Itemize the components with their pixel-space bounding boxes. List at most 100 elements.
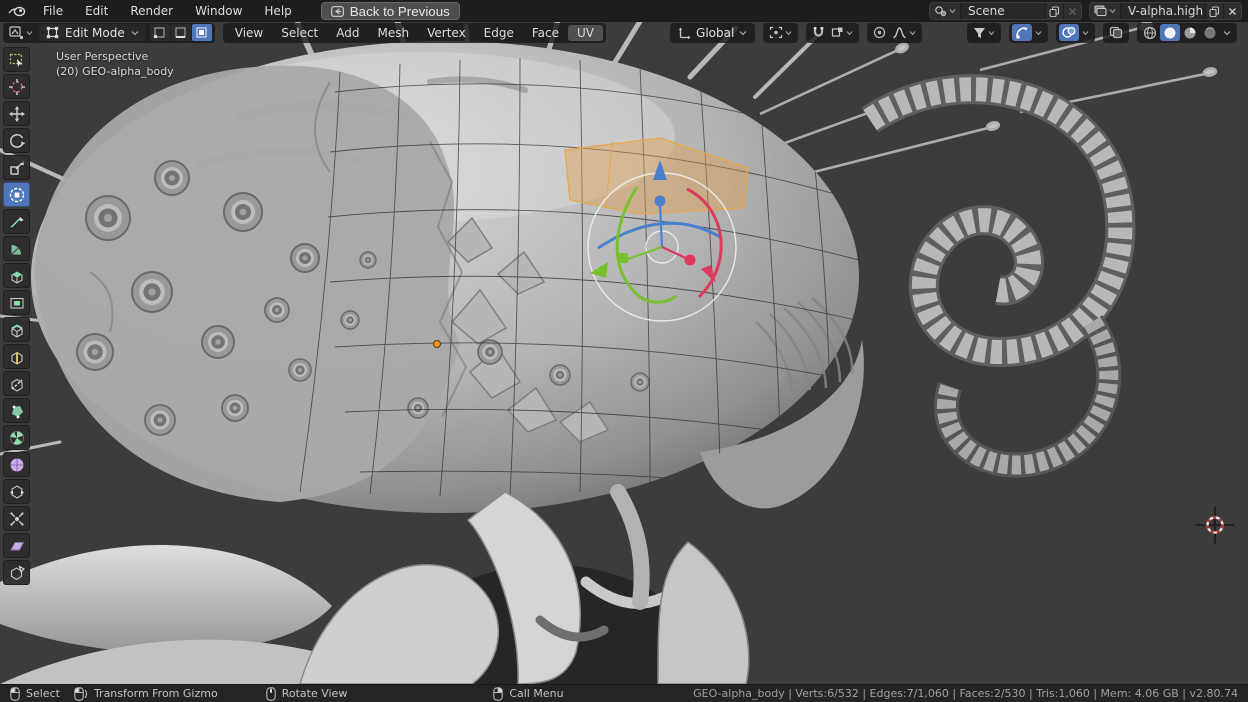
tool-annotate[interactable]: [3, 209, 30, 234]
menu-select[interactable]: Select: [272, 25, 327, 41]
menu-uv[interactable]: UV: [568, 25, 603, 41]
menu-render[interactable]: Render: [119, 2, 184, 20]
menu-help[interactable]: Help: [253, 2, 302, 20]
menu-vertex[interactable]: Vertex: [418, 25, 475, 41]
proportional-editing-button[interactable]: [870, 24, 889, 41]
menu-edit[interactable]: Edit: [74, 2, 119, 20]
hint-call-menu: Call Menu: [493, 687, 563, 701]
tool-extrude-region[interactable]: [3, 263, 30, 288]
snap-toggle-button[interactable]: [809, 24, 828, 41]
pivot-point-dropdown[interactable]: [766, 24, 795, 41]
select-mode-face-button[interactable]: [192, 24, 212, 41]
tool-cursor[interactable]: [3, 74, 30, 99]
tool-bevel[interactable]: [3, 317, 30, 342]
shading-settings-dropdown[interactable]: [1220, 24, 1234, 41]
view-layer-selector[interactable]: V-alpha.high: [1089, 2, 1242, 20]
editor-3d-viewport-icon: [9, 26, 24, 40]
chevron-down-icon: [739, 30, 747, 36]
menu-add[interactable]: Add: [327, 25, 368, 41]
shading-rendered-button[interactable]: [1200, 24, 1220, 41]
pivot-point-icon: [769, 26, 783, 39]
tool-shrink-fatten[interactable]: [3, 506, 30, 531]
menu-mesh[interactable]: Mesh: [369, 25, 419, 41]
tool-scale[interactable]: [3, 155, 30, 180]
new-view-layer-button[interactable]: [1205, 3, 1223, 19]
tool-rotate[interactable]: [3, 128, 30, 153]
snap-target-icon: [831, 26, 844, 39]
hint-transform-label: Transform From Gizmo: [94, 687, 218, 700]
view-layer-icon[interactable]: [1090, 3, 1121, 19]
menu-view[interactable]: View: [226, 25, 272, 41]
view-layer-name[interactable]: V-alpha.high: [1121, 4, 1205, 18]
hint-rotate-view-label: Rotate View: [282, 687, 348, 700]
tool-select-box[interactable]: [3, 47, 30, 72]
tool-knife[interactable]: [3, 371, 30, 396]
tool-rip-region[interactable]: [3, 560, 30, 585]
hint-select-label: Select: [26, 687, 60, 700]
hint-rotate-view: Rotate View: [266, 687, 348, 701]
overlays-settings-dropdown[interactable]: [1079, 24, 1092, 41]
xray-icon: [1109, 26, 1123, 39]
back-to-previous-label: Back to Previous: [350, 4, 450, 19]
tool-inset-faces[interactable]: [3, 290, 30, 315]
unlink-scene-button: [1063, 3, 1081, 19]
tool-measure[interactable]: [3, 236, 30, 261]
scene-statistics: GEO-alpha_body | Verts:6/532 | Edges:7/1…: [693, 687, 1238, 700]
shading-material-preview-button[interactable]: [1180, 24, 1200, 41]
orientation-label: Global: [696, 26, 734, 40]
mode-dropdown[interactable]: Edit Mode: [39, 24, 146, 41]
select-mode-vertex-button[interactable]: [150, 24, 170, 41]
shading-solid-button[interactable]: [1160, 24, 1180, 41]
back-to-previous-button[interactable]: Back to Previous: [321, 2, 460, 20]
chevron-down-icon: [131, 30, 139, 36]
duplicate-icon: [1209, 6, 1220, 17]
tool-move[interactable]: [3, 101, 30, 126]
show-gizmos-toggle[interactable]: [1012, 24, 1032, 41]
close-icon: [1228, 7, 1237, 16]
menu-window[interactable]: Window: [184, 2, 253, 20]
menu-edge[interactable]: Edge: [475, 25, 523, 41]
left-mouse-drag-icon: [74, 687, 88, 701]
select-mode-edge-button[interactable]: [171, 24, 191, 41]
material-preview-shading-icon: [1183, 26, 1197, 40]
tool-poly-build[interactable]: [3, 398, 30, 423]
hint-transform-from-gizmo: Transform From Gizmo: [74, 687, 218, 701]
tool-loop-cut[interactable]: [3, 344, 30, 369]
transform-orientation-dropdown[interactable]: Global: [673, 26, 752, 40]
tool-shear[interactable]: [3, 533, 30, 558]
selectability-filter-dropdown[interactable]: [970, 24, 998, 41]
tool-transform[interactable]: [3, 182, 30, 207]
tool-spin[interactable]: [3, 425, 30, 450]
active-object-label: (20) GEO-alpha_body: [56, 64, 174, 79]
menu-file[interactable]: File: [32, 2, 74, 20]
chevron-down-icon: [1223, 30, 1231, 36]
blender-logo-icon[interactable]: [6, 3, 28, 19]
chevron-down-icon: [909, 30, 916, 36]
filter-funnel-icon: [973, 27, 986, 39]
edit-mode-icon: [46, 26, 59, 39]
statusbar: Select Transform From Gizmo Rotate View …: [0, 684, 1248, 702]
scene-selector[interactable]: Scene: [929, 2, 1082, 20]
remove-view-layer-button[interactable]: [1223, 3, 1241, 19]
tool-smooth[interactable]: [3, 452, 30, 477]
viewport-canvas[interactable]: [0, 22, 1248, 684]
mode-dropdown-label: Edit Mode: [65, 26, 125, 40]
vertex-select-icon: [153, 26, 166, 39]
tool-edge-slide[interactable]: [3, 479, 30, 504]
view-name-label: User Perspective: [56, 49, 174, 64]
show-overlays-toggle[interactable]: [1059, 24, 1079, 41]
shading-wireframe-button[interactable]: [1140, 24, 1160, 41]
close-icon: [1068, 7, 1077, 16]
scene-icon[interactable]: [930, 3, 961, 19]
chevron-down-icon: [949, 8, 956, 14]
menu-face[interactable]: Face: [523, 25, 568, 41]
gizmos-settings-dropdown[interactable]: [1032, 24, 1045, 41]
scene-name[interactable]: Scene: [961, 4, 1045, 18]
snap-settings-dropdown[interactable]: [828, 24, 856, 41]
xray-toggle[interactable]: [1106, 24, 1126, 41]
new-scene-button[interactable]: [1045, 3, 1063, 19]
editor-type-button[interactable]: [6, 24, 36, 41]
proportional-editing-icon: [873, 26, 886, 39]
proportional-falloff-dropdown[interactable]: [889, 24, 919, 41]
3d-viewport[interactable]: Edit Mode View Select Add Mesh Vertex Ed…: [0, 22, 1248, 684]
